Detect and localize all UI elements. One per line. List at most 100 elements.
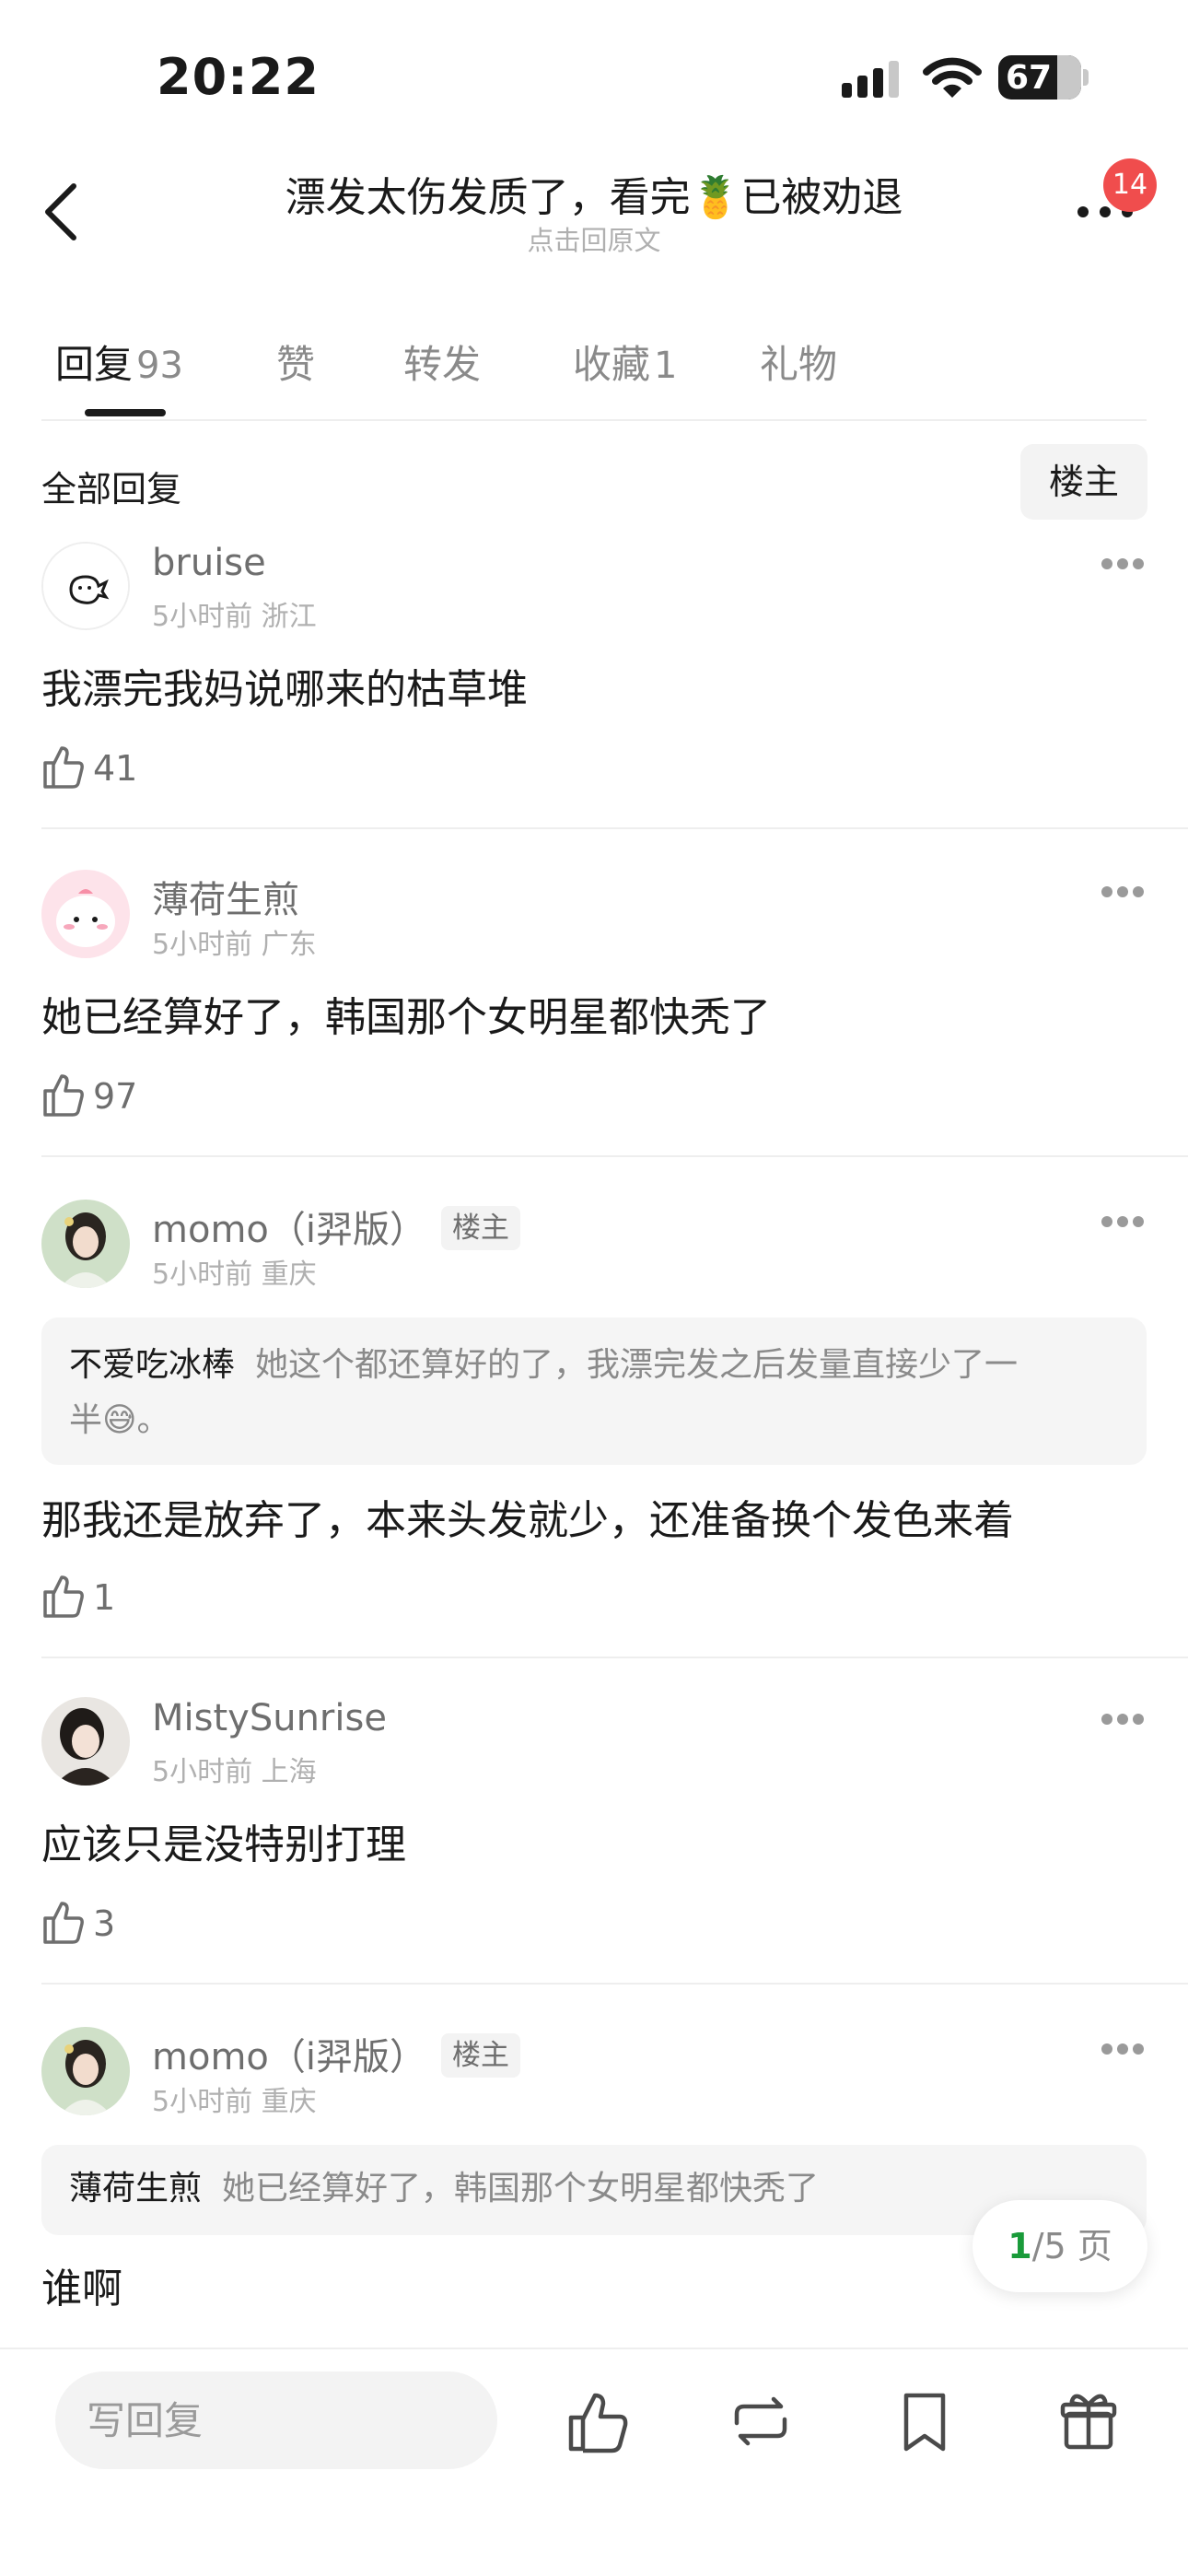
comment-meta: 5小时前 重庆 — [152, 1259, 317, 1291]
avatar[interactable] — [41, 1697, 130, 1786]
divider — [41, 419, 1147, 421]
gift-icon — [1060, 2394, 1117, 2450]
tab-favorites[interactable]: 收藏 1 — [573, 334, 677, 390]
back-to-original-link[interactable]: 点击回原文 — [212, 219, 976, 258]
avatar[interactable] — [41, 542, 130, 630]
comment-text: 那我还是放弃了，本来头发就少，还准备换个发色来着 — [41, 1497, 1014, 1544]
quote-text: 半😅。 — [69, 1401, 170, 1439]
comment-item: momo（i羿版） 楼主 5小时前 重庆 薄荷生煎 她已经算好了，韩国那个女明星都快… — [0, 2027, 1188, 2348]
active-tab-indicator — [85, 409, 166, 416]
avatar[interactable] — [41, 1200, 130, 1288]
tab-count: 93 — [136, 345, 183, 387]
bookmark-icon — [903, 2393, 946, 2452]
reply-input[interactable] — [55, 2371, 497, 2469]
back-arrow-icon — [45, 183, 76, 240]
divider — [41, 827, 1188, 829]
signal-icon — [842, 61, 903, 98]
avatar[interactable] — [41, 2027, 130, 2115]
like-count: 41 — [93, 748, 138, 789]
page-indicator[interactable]: 1/5 页 — [973, 2200, 1147, 2292]
comment-meta: 5小时前 广东 — [152, 929, 317, 961]
tab-label: 转发 — [403, 342, 482, 387]
status-bar: 20:22 67 — [0, 0, 1188, 157]
battery-tip — [1083, 69, 1089, 86]
comment-text: 她已经算好了，韩国那个女明星都快秃了 — [41, 994, 771, 1041]
notification-badge: 14 — [1103, 158, 1157, 212]
comment-text: 我漂完我妈说哪来的枯草堆 — [41, 666, 528, 713]
more-dots-icon — [1077, 206, 1089, 217]
comment-like-button[interactable]: 97 — [41, 1071, 189, 1122]
divider — [41, 1983, 1188, 1985]
back-button[interactable] — [37, 175, 92, 249]
comment-like-button[interactable]: 3 — [41, 1898, 189, 1950]
tab-count: 1 — [654, 345, 678, 387]
bottom-action-bar — [0, 2348, 1188, 2576]
comment-item: 薄荷生煎 5小时前 广东 她已经算好了，韩国那个女明星都快秃了 97 — [0, 870, 1188, 1157]
like-button[interactable] — [564, 2386, 634, 2456]
comment-author[interactable]: 薄荷生煎 — [152, 870, 299, 923]
comment-like-button[interactable]: 1 — [41, 1572, 189, 1623]
tab-replies[interactable]: 回复 93 — [55, 334, 183, 390]
battery-level: 67 — [1005, 59, 1053, 97]
thumbs-up-icon — [43, 1902, 84, 1944]
comment-meta: 5小时前 重庆 — [152, 2086, 317, 2118]
tab-reposts[interactable]: 转发 — [403, 334, 481, 390]
repost-button[interactable] — [726, 2386, 796, 2456]
comment-author[interactable]: momo（i羿版） 楼主 — [152, 2027, 520, 2081]
like-count: 1 — [93, 1577, 116, 1618]
comment-more-button[interactable] — [1101, 558, 1144, 571]
quote-text: 她这个都还算好的了，我漂完发之后发量直接少了一 — [255, 1346, 1019, 1384]
repost-icon — [734, 2396, 787, 2446]
avatar[interactable] — [41, 870, 130, 958]
comment-like-button[interactable]: 41 — [41, 743, 189, 794]
status-time: 20:22 — [157, 48, 320, 106]
battery-icon: 67 — [998, 55, 1081, 100]
op-tag: 楼主 — [441, 1206, 520, 1250]
tab-gifts[interactable]: 礼物 — [760, 334, 837, 390]
current-page: 1 — [1007, 2226, 1032, 2266]
comment-more-button[interactable] — [1101, 1216, 1144, 1229]
author-name: momo（i羿版） — [152, 2036, 426, 2078]
op-only-filter-button[interactable]: 楼主 — [1020, 444, 1147, 520]
comment-text: 应该只是没特别打理 — [41, 1821, 406, 1868]
like-count: 97 — [93, 1076, 138, 1117]
divider — [41, 1657, 1188, 1658]
thumbs-up-icon — [43, 1074, 84, 1117]
comment-more-button[interactable] — [1101, 886, 1144, 899]
more-dot — [1100, 206, 1111, 217]
tab-likes[interactable]: 赞 — [276, 334, 315, 390]
comment-meta: 5小时前 上海 — [152, 1756, 317, 1788]
comment-item: bruise 5小时前 浙江 我漂完我妈说哪来的枯草堆 41 — [0, 542, 1188, 829]
tab-bar: 回复 93 赞 转发 收藏 1 礼物 — [0, 324, 1188, 424]
author-name: momo（i羿版） — [152, 1209, 426, 1251]
thumbs-up-icon — [43, 746, 84, 789]
quote-author: 不爱吃冰棒 — [69, 1346, 236, 1384]
quote-author: 薄荷生煎 — [69, 2170, 203, 2207]
thumbs-up-icon — [43, 1575, 84, 1618]
comment-text: 谁啊 — [41, 2266, 122, 2313]
total-pages: /5 页 — [1031, 2226, 1112, 2266]
comment-author[interactable]: MistySunrise — [152, 1697, 387, 1739]
op-tag: 楼主 — [441, 2033, 520, 2078]
tab-label: 礼物 — [760, 342, 838, 387]
comment-more-button[interactable] — [1101, 2043, 1144, 2056]
comment-author[interactable]: bruise — [152, 542, 266, 584]
wifi-icon — [923, 55, 982, 100]
thumbs-up-icon — [568, 2393, 628, 2453]
tab-label: 赞 — [276, 342, 316, 387]
quote-text: 她已经算好了，韩国那个女明星都快秃了 — [222, 2170, 820, 2207]
comment-more-button[interactable] — [1101, 1714, 1144, 1727]
quoted-reply[interactable]: 不爱吃冰棒 她这个都还算好的了，我漂完发之后发量直接少了一 半😅。 — [41, 1317, 1147, 1465]
divider — [41, 1155, 1188, 1157]
tab-label: 回复 — [55, 342, 134, 387]
comment-item: momo（i羿版） 楼主 5小时前 重庆 不爱吃冰棒 她这个都还算好的了，我漂完发之… — [0, 1200, 1188, 1658]
gift-button[interactable] — [1054, 2386, 1124, 2456]
post-title[interactable]: 漂发太伤发质了，看完🍍已被劝退 — [212, 164, 976, 223]
section-title: 全部回复 — [41, 469, 182, 509]
tab-label: 收藏 — [573, 342, 651, 387]
like-count: 3 — [93, 1903, 116, 1944]
comment-item: MistySunrise 5小时前 上海 应该只是没特别打理 3 — [0, 1697, 1188, 1985]
comment-author[interactable]: momo（i羿版） 楼主 — [152, 1200, 520, 1254]
comment-meta: 5小时前 浙江 — [152, 601, 317, 633]
bookmark-button[interactable] — [890, 2386, 960, 2456]
